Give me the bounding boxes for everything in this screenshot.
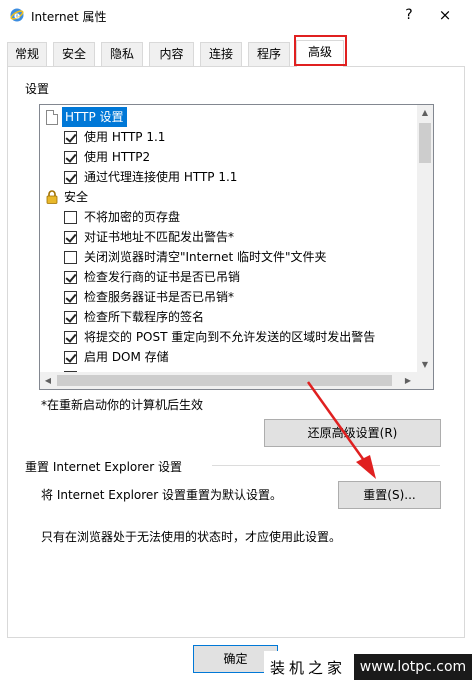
tab-security[interactable]: 安全	[53, 42, 95, 66]
list-item[interactable]: 使用 HTTP2	[40, 147, 418, 167]
restore-advanced-button[interactable]: 还原高级设置(R)	[264, 419, 441, 447]
reset-group-label: 重置 Internet Explorer 设置	[25, 460, 183, 474]
reset-description: 将 Internet Explorer 设置重置为默认设置。	[41, 488, 283, 502]
group-divider	[212, 465, 440, 466]
watermark-text: 装机之家	[270, 659, 347, 677]
tab-advanced[interactable]: 高级	[296, 40, 344, 67]
list-item-http-settings[interactable]: HTTP 设置	[40, 107, 418, 127]
checkbox[interactable]	[64, 151, 77, 164]
lock-icon	[46, 190, 58, 204]
scroll-thumb[interactable]	[57, 375, 392, 386]
list-item-label: 检查所下载程序的签名	[84, 310, 205, 324]
list-item[interactable]: 将提交的 POST 重定向到不允许发送的区域时发出警告	[40, 327, 418, 347]
list-item-security-header[interactable]: 安全	[40, 187, 418, 207]
checkbox[interactable]	[64, 231, 77, 244]
checkbox[interactable]	[64, 171, 77, 184]
checkbox[interactable]	[64, 331, 77, 344]
list-item[interactable]: 检查服务器证书是否已吊销*	[40, 287, 418, 307]
list-item[interactable]: 检查所下载程序的签名	[40, 307, 418, 327]
checkbox[interactable]	[64, 251, 77, 264]
scroll-up-icon[interactable]: ▲	[417, 105, 433, 121]
checkbox[interactable]	[64, 351, 77, 364]
list-item[interactable]: 不将加密的页存盘	[40, 207, 418, 227]
checkbox[interactable]	[64, 211, 77, 224]
settings-group-label: 设置	[25, 82, 50, 96]
list-item-label: 不将加密的页存盘	[84, 210, 181, 224]
vertical-scrollbar[interactable]: ▲ ▼	[417, 105, 433, 373]
list-item-label: 使用 HTTP 1.1	[84, 130, 166, 144]
checkbox[interactable]	[64, 291, 77, 304]
watermark-url: www.lotpc.com	[354, 654, 472, 680]
title-bar: e Internet 属性 ? ×	[0, 0, 474, 31]
scroll-down-icon[interactable]: ▼	[417, 357, 433, 373]
list-item-label: 检查发行商的证书是否已吊销	[84, 270, 241, 284]
internet-explorer-icon: e	[10, 8, 24, 22]
list-item[interactable]: 使用 HTTP 1.1	[40, 127, 418, 147]
list-item[interactable]: 启用 DOM 存储	[40, 347, 418, 367]
restart-note: *在重新启动你的计算机后生效	[41, 398, 204, 412]
tab-privacy[interactable]: 隐私	[101, 42, 143, 66]
list-item-label: 通过代理连接使用 HTTP 1.1	[84, 170, 238, 184]
help-button[interactable]: ?	[398, 4, 420, 26]
window-title: Internet 属性	[31, 10, 107, 24]
list-item[interactable]: 检查发行商的证书是否已吊销	[40, 267, 418, 287]
tab-content[interactable]: 内容	[149, 42, 194, 66]
list-item-label: 将提交的 POST 重定向到不允许发送的区域时发出警告	[84, 330, 376, 344]
document-icon	[46, 110, 58, 125]
svg-text:e: e	[14, 12, 20, 22]
watermark: 装机之家 www.lotpc.com	[264, 651, 474, 683]
tab-programs[interactable]: 程序	[248, 42, 290, 66]
list-item-label: HTTP 设置	[62, 107, 127, 127]
list-item[interactable]: 对证书地址不匹配发出警告*	[40, 227, 418, 247]
tab-connections[interactable]: 连接	[200, 42, 242, 66]
list-item[interactable]: 关闭浏览器时清空"Internet 临时文件"文件夹	[40, 247, 418, 267]
scroll-thumb[interactable]	[419, 123, 431, 163]
close-button[interactable]: ×	[434, 4, 456, 26]
list-item-label: 安全	[64, 190, 89, 204]
list-item-label: 关闭浏览器时清空"Internet 临时文件"文件夹	[84, 250, 327, 264]
list-item-label: 使用 HTTP2	[84, 150, 151, 164]
checkbox[interactable]	[64, 311, 77, 324]
tab-general[interactable]: 常规	[7, 42, 47, 66]
reset-warning: 只有在浏览器处于无法使用的状态时，才应使用此设置。	[41, 530, 342, 544]
list-item-label: 启用 DOM 存储	[84, 350, 169, 364]
reset-button[interactable]: 重置(S)...	[338, 481, 441, 509]
settings-list[interactable]: HTTP 设置 使用 HTTP 1.1 使用 HTTP2 通过代理连接使用 HT…	[39, 104, 434, 390]
scroll-left-icon[interactable]: ◀	[40, 372, 56, 389]
list-item-label: 检查服务器证书是否已吊销*	[84, 290, 235, 304]
scroll-right-icon[interactable]: ▶	[400, 372, 416, 389]
horizontal-scrollbar[interactable]: ◀ ▶	[40, 372, 433, 389]
checkbox[interactable]	[64, 271, 77, 284]
list-item[interactable]: 通过代理连接使用 HTTP 1.1	[40, 167, 418, 187]
checkbox[interactable]	[64, 131, 77, 144]
list-item-label: 对证书地址不匹配发出警告*	[84, 230, 235, 244]
